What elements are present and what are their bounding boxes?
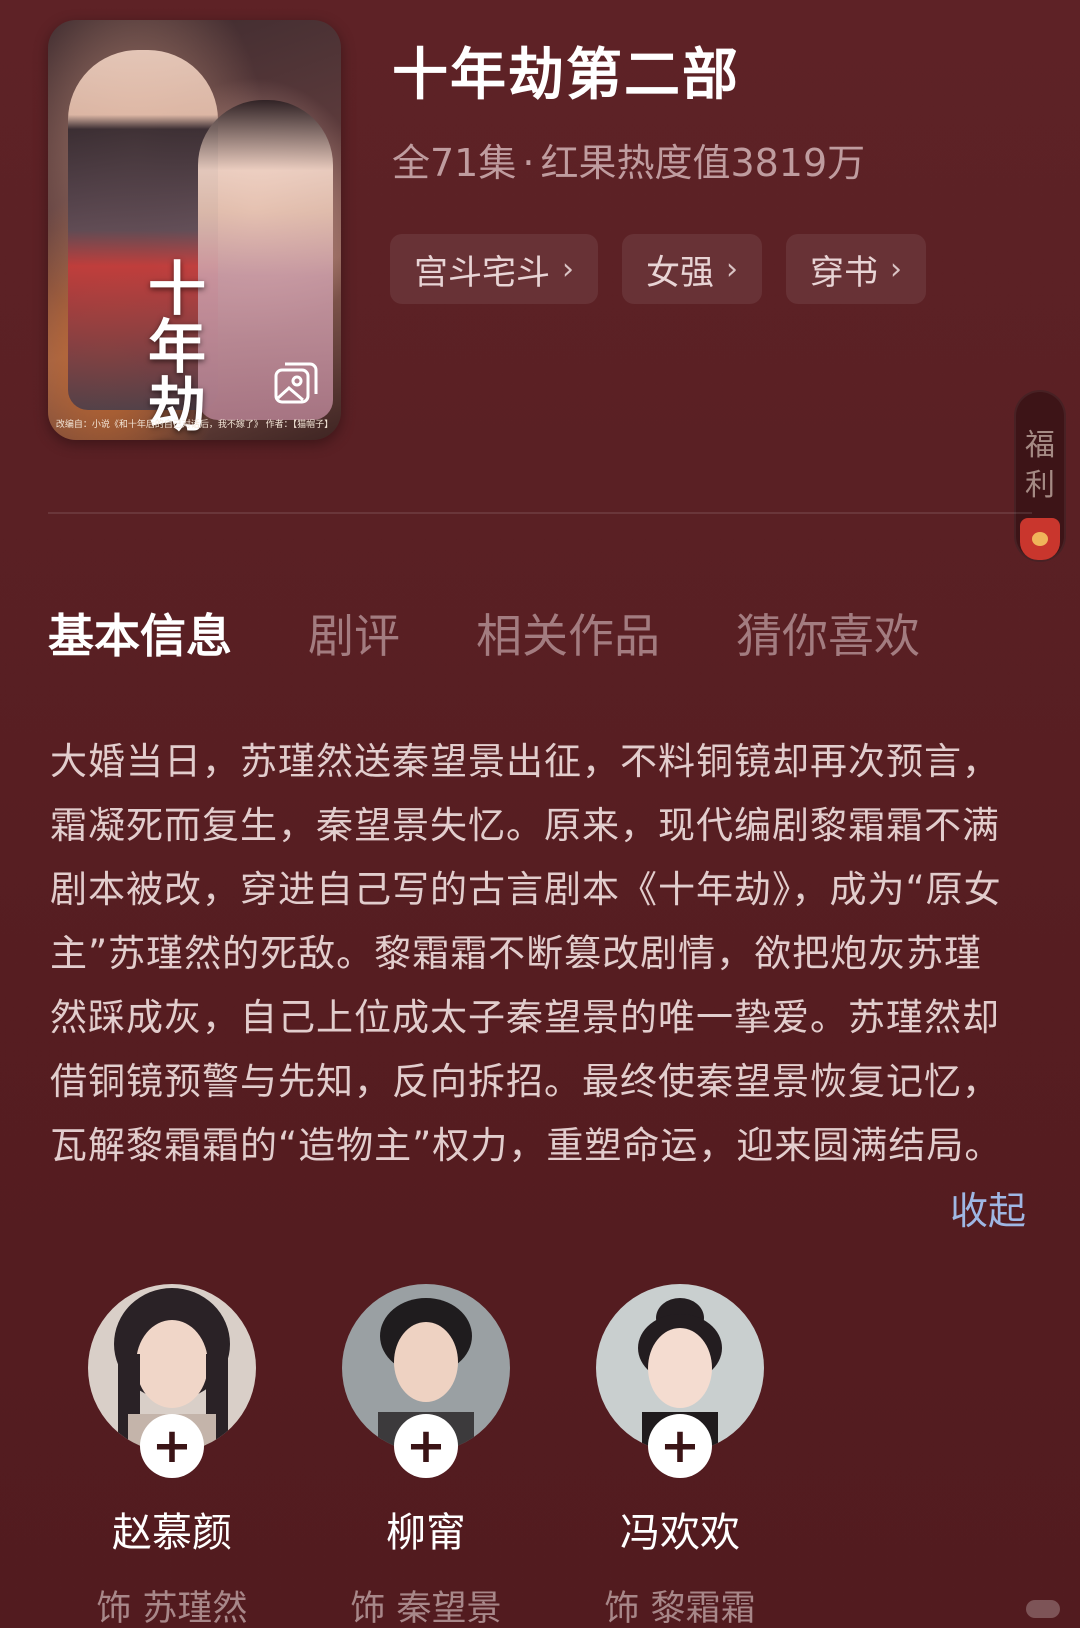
plus-icon: + bbox=[659, 1418, 701, 1474]
cast-member[interactable]: + 柳甯 饰 秦望景 bbox=[342, 1284, 510, 1628]
synopsis-text: 大婚当日，苏瑾然送秦望景出征，不料铜镜却再次预言，霜凝死而复生，秦望景失忆。原来… bbox=[50, 740, 1003, 1167]
actor-name: 赵慕颜 bbox=[112, 1510, 232, 1556]
actor-name: 柳甯 bbox=[386, 1510, 466, 1556]
tag-label: 女强 bbox=[646, 252, 714, 293]
welfare-button[interactable]: 福利 bbox=[1014, 390, 1066, 562]
cast-list: + 赵慕颜 饰 苏瑾然 + 柳甯 饰 秦望景 + 冯欢欢 饰 黎霜霜 bbox=[88, 1284, 764, 1628]
cast-member[interactable]: + 冯欢欢 饰 黎霜霜 bbox=[596, 1284, 764, 1628]
episode-count: 全71集 bbox=[392, 141, 517, 185]
watermark-badge bbox=[1026, 1600, 1060, 1618]
tag-chuanshu[interactable]: 穿书 › bbox=[786, 234, 926, 304]
welfare-label: 福利 bbox=[1025, 428, 1055, 503]
tag-label: 宫斗宅斗 bbox=[414, 252, 550, 293]
actor-name: 冯欢欢 bbox=[620, 1510, 740, 1556]
tag-label: 穿书 bbox=[810, 252, 878, 293]
section-divider bbox=[48, 512, 1032, 514]
poster-caption: 改编自：小说《和十年后的自己对话后，我不嫁了》 作者：【猫帽子】 bbox=[55, 420, 334, 430]
collapse-button[interactable]: 收起 bbox=[950, 1180, 1026, 1235]
plus-icon: + bbox=[405, 1418, 447, 1474]
tag-nvqiang[interactable]: 女强 › bbox=[622, 234, 762, 304]
actor-role: 饰 苏瑾然 bbox=[96, 1589, 248, 1628]
heat-value: 红果热度值3819万 bbox=[540, 141, 866, 185]
cast-member[interactable]: + 赵慕颜 饰 苏瑾然 bbox=[88, 1284, 256, 1628]
follow-button[interactable]: + bbox=[648, 1414, 712, 1478]
tag-gongdou[interactable]: 宫斗宅斗 › bbox=[390, 234, 598, 304]
chevron-right-icon: › bbox=[726, 251, 738, 287]
drama-meta: 全71集 · 红果热度值3819万 bbox=[392, 132, 865, 187]
follow-button[interactable]: + bbox=[394, 1414, 458, 1478]
meta-separator: · bbox=[522, 141, 535, 185]
chevron-right-icon: › bbox=[562, 251, 574, 287]
poster-title-art: 十年劫2 bbox=[148, 255, 207, 440]
drama-poster[interactable]: 十年劫2 改编自：小说《和十年后的自己对话后，我不嫁了》 作者：【猫帽子】 bbox=[48, 20, 341, 440]
tab-related-works[interactable]: 相关作品 bbox=[476, 600, 660, 666]
genre-tags: 宫斗宅斗 › 女强 › 穿书 › bbox=[390, 234, 926, 304]
detail-tabs: 基本信息 剧评 相关作品 猜你喜欢 bbox=[48, 600, 996, 666]
actor-role: 饰 秦望景 bbox=[350, 1589, 502, 1628]
tab-recommendations[interactable]: 猜你喜欢 bbox=[736, 600, 920, 666]
tab-reviews[interactable]: 剧评 bbox=[308, 600, 400, 666]
chevron-right-icon: › bbox=[890, 251, 902, 287]
drama-title: 十年劫第二部 bbox=[392, 43, 740, 108]
tab-basic-info[interactable]: 基本信息 bbox=[48, 600, 232, 666]
actor-role: 饰 黎霜霜 bbox=[604, 1589, 756, 1628]
plus-icon: + bbox=[151, 1418, 193, 1474]
avatar[interactable]: + bbox=[596, 1284, 764, 1478]
red-envelope-icon bbox=[1020, 518, 1060, 560]
avatar[interactable]: + bbox=[88, 1284, 256, 1478]
avatar[interactable]: + bbox=[342, 1284, 510, 1478]
gallery-icon[interactable] bbox=[273, 360, 319, 406]
follow-button[interactable]: + bbox=[140, 1414, 204, 1478]
